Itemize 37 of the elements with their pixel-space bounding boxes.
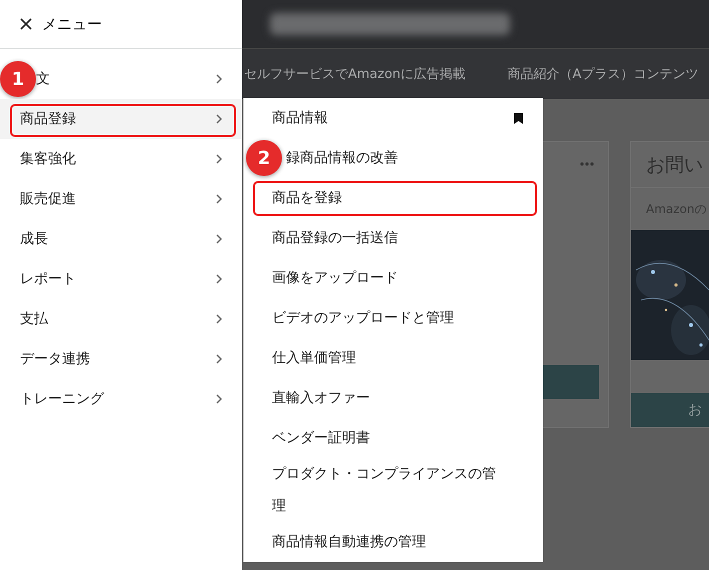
chevron-icon bbox=[216, 114, 222, 124]
step-badge: 1 bbox=[0, 61, 36, 97]
submenu-item[interactable]: ベンダー証明書 bbox=[244, 418, 543, 458]
chevron-icon bbox=[216, 194, 222, 204]
menu-item[interactable]: 集客強化 bbox=[0, 139, 242, 179]
menu-item[interactable]: 成長 bbox=[0, 219, 242, 259]
submenu-item[interactable]: 録商品情報の改善 bbox=[282, 138, 543, 178]
nav-link[interactable]: セルフサービスでAmazonに広告掲載 bbox=[244, 65, 466, 83]
chevron-icon bbox=[216, 354, 222, 364]
menu-item[interactable]: 商品登録 bbox=[0, 99, 242, 139]
chevron-icon bbox=[216, 154, 222, 164]
submenu-item[interactable]: 商品登録の一括送信 bbox=[244, 218, 543, 258]
submenu-item[interactable]: 仕入単価管理 bbox=[244, 338, 543, 378]
card-title: お問い bbox=[631, 142, 709, 188]
submenu-item[interactable]: 商品を登録 bbox=[244, 178, 543, 218]
close-icon[interactable] bbox=[20, 18, 32, 30]
chevron-icon bbox=[216, 394, 222, 404]
submenu-item[interactable]: 画像をアップロード bbox=[244, 258, 543, 298]
nav-link[interactable]: 商品紹介（Aプラス）コンテンツ bbox=[508, 65, 698, 83]
chevron-icon bbox=[216, 274, 222, 284]
menu-item[interactable]: トレーニング bbox=[0, 379, 242, 419]
menu-item[interactable]: データ連携 bbox=[0, 339, 242, 379]
submenu-item[interactable]: プロダクト・コンプライアンスの管理 bbox=[244, 458, 543, 522]
submenu-item[interactable]: ビデオのアップロードと管理 bbox=[244, 298, 543, 338]
step-badge: 2 bbox=[246, 140, 282, 176]
chevron-icon bbox=[216, 314, 222, 324]
submenu-item[interactable]: 直輸入オファー bbox=[244, 378, 543, 418]
submenu-item[interactable]: 商品情報自動連携の管理 bbox=[244, 522, 543, 562]
menu-item[interactable]: 文 bbox=[36, 59, 242, 99]
bookmark-icon[interactable] bbox=[514, 112, 523, 124]
chevron-icon bbox=[216, 234, 222, 244]
submenu-item[interactable]: 商品情報 bbox=[244, 98, 543, 138]
menu-item[interactable]: 販売促進 bbox=[0, 179, 242, 219]
menu-item[interactable]: レポート bbox=[0, 259, 242, 299]
menu-title: メニュー bbox=[42, 14, 102, 34]
menu-item[interactable]: 支払 bbox=[0, 299, 242, 339]
chevron-icon bbox=[216, 74, 222, 84]
